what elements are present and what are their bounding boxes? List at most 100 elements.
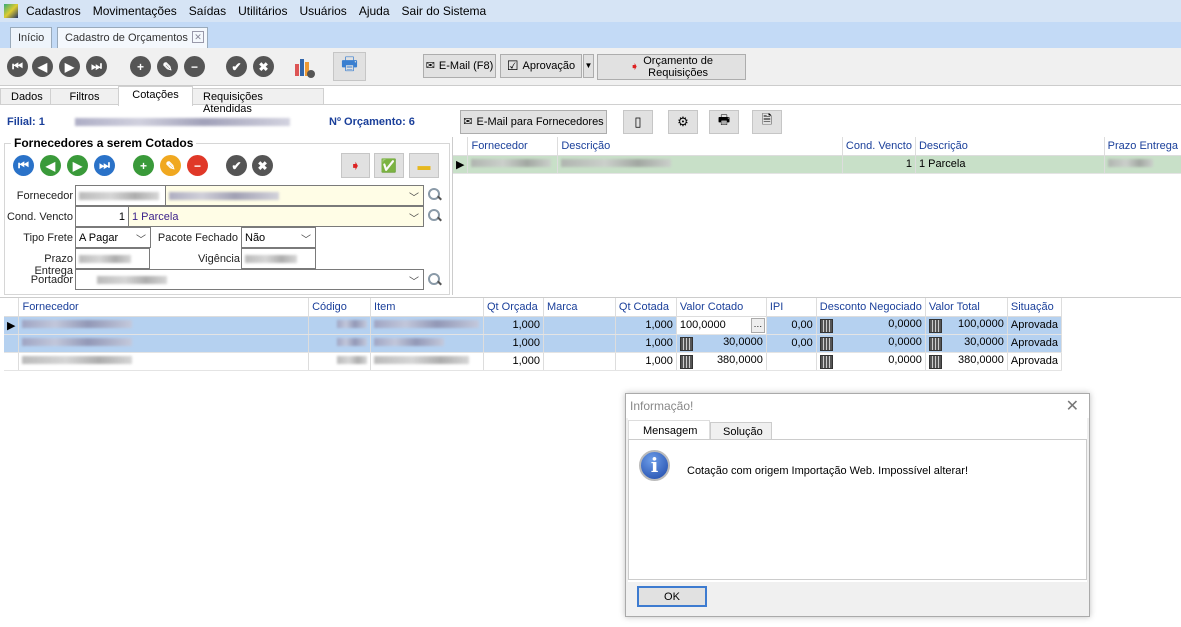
chevron-down-icon: ﹀: [409, 214, 419, 225]
calculator-icon[interactable]: [679, 336, 693, 351]
delete-icon[interactable]: −: [184, 56, 205, 77]
first-record-icon[interactable]: ⏮: [7, 56, 28, 77]
col-desconto[interactable]: Desconto Negociado: [816, 298, 926, 317]
calculator-icon[interactable]: ▯: [623, 110, 653, 134]
search-fornecedor-icon[interactable]: [428, 188, 442, 202]
calculator-icon[interactable]: [679, 354, 693, 369]
edit-icon[interactable]: ✎: [157, 56, 178, 77]
calculator-icon[interactable]: [819, 354, 833, 369]
remove-supplier-icon[interactable]: −: [187, 155, 208, 176]
row-indicator-icon: ▶: [453, 155, 469, 174]
add-icon[interactable]: +: [130, 56, 151, 77]
col-ipi[interactable]: IPI: [766, 298, 817, 317]
confirm-supplier-icon[interactable]: ✔: [226, 155, 247, 176]
tab-label: Cadastro de Orçamentos: [65, 32, 188, 44]
export-icon[interactable]: ➧: [341, 153, 370, 178]
calculator-icon[interactable]: [928, 336, 942, 351]
prev-record-icon[interactable]: ◀: [32, 56, 53, 77]
prazo-entrega-input[interactable]: [75, 248, 150, 269]
col-valor-cotado[interactable]: Valor Cotado: [676, 298, 767, 317]
menu-ajuda[interactable]: Ajuda: [353, 4, 396, 18]
tools-icon[interactable]: ⚙: [668, 110, 698, 134]
tab-solucao[interactable]: Solução: [710, 422, 772, 440]
col-marca[interactable]: Marca: [543, 298, 616, 317]
tipo-frete-select[interactable]: A Pagar ﹀: [75, 227, 151, 248]
add-supplier-icon[interactable]: +: [133, 155, 154, 176]
ellipsis-button[interactable]: …: [750, 317, 765, 333]
col-fornecedor[interactable]: Fornecedor: [18, 298, 310, 317]
last-record-icon[interactable]: ⏭: [86, 56, 107, 77]
menu-usuarios[interactable]: Usuários: [293, 4, 352, 18]
search-cond-icon[interactable]: [428, 209, 442, 223]
chevron-down-icon: ﹀: [409, 277, 419, 288]
tab-inicio[interactable]: Início: [10, 27, 53, 48]
tab-dados[interactable]: Dados: [0, 88, 51, 105]
next-record-icon[interactable]: ▶: [59, 56, 80, 77]
col-qt-orcada[interactable]: Qt Orçada: [483, 298, 544, 317]
close-tab-icon[interactable]: ✕: [192, 31, 204, 43]
menu-cadastros[interactable]: Cadastros: [20, 4, 87, 18]
table-row[interactable]: ▶ 1,000 1,000 100,0000… 0,00 0,0000 100,…: [4, 316, 1063, 335]
tab-cadastro-orcamentos[interactable]: Cadastro de Orçamentos ✕: [57, 27, 208, 48]
chart-settings-icon[interactable]: [293, 56, 315, 78]
calculator-icon[interactable]: [819, 336, 833, 351]
cond-vencto-label: Cond. Vencto: [6, 211, 73, 223]
col-valor-total[interactable]: Valor Total: [925, 298, 1008, 317]
tab-requisicoes-atendidas[interactable]: Requisições Atendidas: [192, 88, 324, 115]
table-row[interactable]: ▶ 1 1 Parcela: [453, 155, 1181, 174]
col-descricao-cond[interactable]: Descrição: [915, 137, 1105, 156]
dialog-titlebar: Informação! ✕: [626, 394, 1089, 418]
confirm-icon[interactable]: ✔: [226, 56, 247, 77]
edit-supplier-icon[interactable]: ✎: [160, 155, 181, 176]
col-fornecedor[interactable]: Fornecedor: [467, 137, 559, 156]
calculator-icon[interactable]: [928, 318, 942, 333]
col-qt-cotada[interactable]: Qt Cotada: [615, 298, 677, 317]
col-item[interactable]: Item: [370, 298, 484, 317]
email-suppliers-button[interactable]: ✉ E-Mail para Fornecedores: [460, 110, 607, 134]
clipboard-check-icon[interactable]: ✅: [374, 153, 404, 178]
table-row[interactable]: 1,000 1,000 30,0000 0,00 0,0000 30,0000 …: [4, 334, 1063, 353]
vigencia-input[interactable]: [241, 248, 316, 269]
calculator-icon[interactable]: [819, 318, 833, 333]
menu-saidas[interactable]: Saídas: [183, 4, 232, 18]
portador-select[interactable]: ﹀: [75, 269, 424, 290]
last-supplier-icon[interactable]: ⏭: [94, 155, 115, 176]
email-f8-button[interactable]: ✉ E-Mail (F8): [423, 54, 496, 78]
print-icon[interactable]: 🖶: [333, 52, 366, 81]
first-supplier-icon[interactable]: ⏮: [13, 155, 34, 176]
menu-movimentacoes[interactable]: Movimentações: [87, 4, 183, 18]
cond-vencto-select[interactable]: 1 Parcela ﹀: [128, 206, 424, 227]
fornecedor-select[interactable]: ﹀: [165, 185, 424, 206]
document-icon[interactable]: 🗎: [752, 110, 782, 134]
cancel-icon[interactable]: ✖: [253, 56, 274, 77]
approval-button[interactable]: ☑ Aprovação: [500, 54, 582, 78]
approval-dropdown[interactable]: ▼: [583, 54, 594, 78]
pacote-fechado-select[interactable]: Não ﹀: [241, 227, 316, 248]
table-row[interactable]: 1,000 1,000 380,0000 0,0000 380,0000 Apr…: [4, 352, 1063, 371]
cancel-supplier-icon[interactable]: ✖: [252, 155, 273, 176]
menu-utilitarios[interactable]: Utilitários: [232, 4, 293, 18]
main-toolbar: ⏮ ◀ ▶ ⏭ + ✎ − ✔ ✖ 🖶 ✉ E-Mail (F8) ☑ Aprova…: [0, 48, 1181, 86]
tab-cotacoes[interactable]: Cotações: [118, 86, 193, 106]
close-icon[interactable]: ✕: [1066, 396, 1079, 416]
folder-icon[interactable]: ▬: [409, 153, 439, 178]
tab-filtros[interactable]: Filtros: [50, 88, 119, 105]
calculator-icon[interactable]: [928, 354, 942, 369]
col-prazo-entrega[interactable]: Prazo Entrega: [1104, 137, 1181, 156]
fornecedor-code-input[interactable]: [75, 185, 166, 206]
prev-supplier-icon[interactable]: ◀: [40, 155, 61, 176]
col-situacao[interactable]: Situação: [1007, 298, 1063, 317]
menu-sair[interactable]: Sair do Sistema: [396, 4, 493, 18]
search-portador-icon[interactable]: [428, 273, 442, 287]
cond-vencto-code-input[interactable]: 1: [75, 206, 129, 227]
orcamento-requisicoes-button[interactable]: ➧ Orçamento de Requisições: [597, 54, 746, 80]
printer-icon[interactable]: 🖶: [709, 110, 739, 134]
ok-button[interactable]: OK: [637, 586, 707, 607]
next-supplier-icon[interactable]: ▶: [67, 155, 88, 176]
col-codigo[interactable]: Código: [308, 298, 372, 317]
col-cond-vencto[interactable]: Cond. Vencto: [842, 137, 916, 156]
col-descricao[interactable]: Descrição: [557, 137, 843, 156]
valor-cotado-editor[interactable]: 100,0000…: [676, 316, 767, 335]
dialog-message: Cotação com origem Importação Web. Impos…: [687, 465, 969, 477]
tab-mensagem[interactable]: Mensagem: [628, 420, 710, 440]
